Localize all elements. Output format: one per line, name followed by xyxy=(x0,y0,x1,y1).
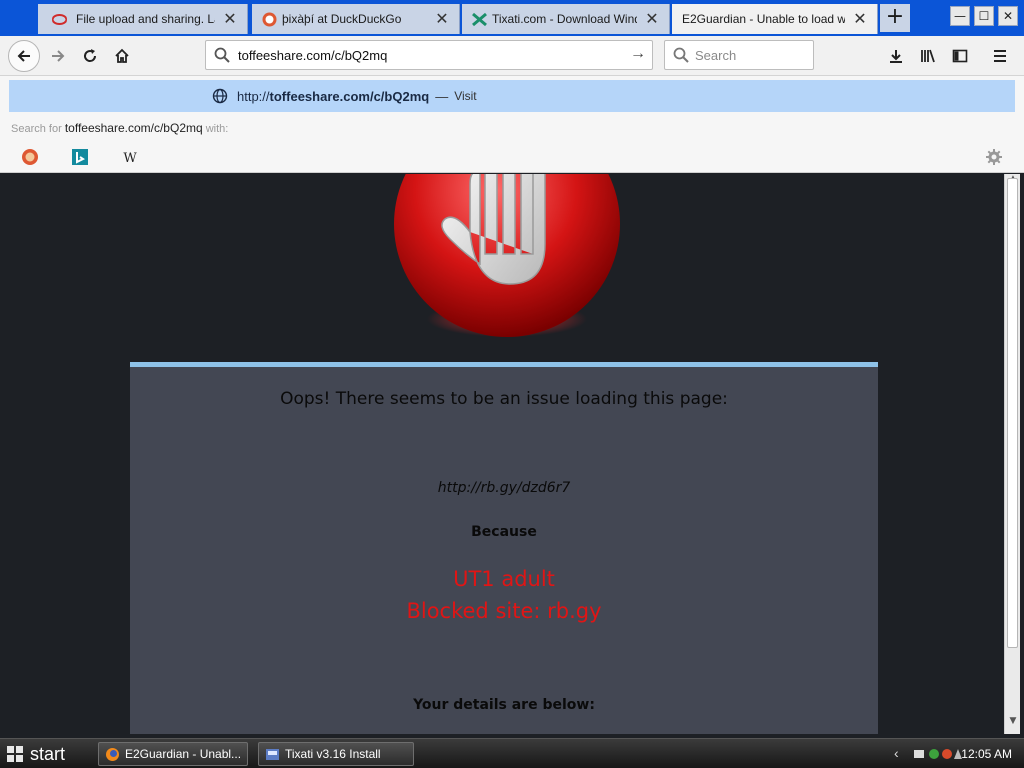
taskbar: start E2Guardian - Unabl... Tixati v3.16… xyxy=(0,738,1024,768)
task-label: E2Guardian - Unabl... xyxy=(125,747,242,761)
scroll-thumb[interactable] xyxy=(1007,178,1018,648)
minimize-button[interactable]: — xyxy=(950,6,970,26)
search-for-label: Search for toffeeshare.com/c/bQ2mq with: xyxy=(11,121,228,135)
search-for-prefix: Search for xyxy=(11,123,62,135)
forward-button[interactable] xyxy=(42,40,74,72)
tab-title: þixàþí at DuckDuckGo xyxy=(282,12,402,26)
page-content: Oops! There seems to be an issue loading… xyxy=(5,174,1004,734)
arrow-left-icon xyxy=(17,50,30,62)
url-suggestions-dropdown: http:// toffeeshare.com/c/bQ2mq — Visit … xyxy=(0,76,1024,173)
error-panel: Oops! There seems to be an issue loading… xyxy=(130,362,878,734)
download-icon xyxy=(890,50,902,63)
url-bar[interactable]: toffeeshare.com/c/bQ2mq → xyxy=(205,40,653,70)
firefox-icon xyxy=(106,748,119,761)
home-button[interactable] xyxy=(106,40,138,72)
go-arrow-icon[interactable]: → xyxy=(630,45,646,63)
blocked-url: http://rb.gy/dzd6r7 xyxy=(437,480,571,496)
search-input[interactable]: Search xyxy=(664,40,814,70)
hamburger-icon xyxy=(994,50,1006,62)
tab-title: Tixati.com - Download Windo xyxy=(492,12,637,26)
tray-icons xyxy=(914,749,962,759)
scroll-down-icon[interactable]: ▼ xyxy=(1005,716,1021,732)
search-icon xyxy=(214,47,230,63)
block-category: UT1 adult xyxy=(453,567,555,591)
search-placeholder: Search xyxy=(695,47,737,63)
tab-strip: File upload and sharing. Lar ✕ þixàþí at… xyxy=(0,0,1024,36)
windows-logo-icon xyxy=(7,746,23,762)
close-icon[interactable]: ✕ xyxy=(643,9,661,29)
because-label: Because xyxy=(471,524,537,540)
tab-title: E2Guardian - Unable to load we xyxy=(682,12,845,26)
error-headline: Oops! There seems to be an issue loading… xyxy=(280,389,728,409)
bing-icon[interactable] xyxy=(71,148,89,166)
suggestion-scheme: http:// xyxy=(237,88,270,104)
taskbar-item-tixati[interactable]: Tixati v3.16 Install xyxy=(258,742,414,766)
vertical-scrollbar[interactable]: ▲ ▼ xyxy=(1004,174,1020,734)
suggestion-action: Visit xyxy=(454,89,477,103)
reload-button[interactable] xyxy=(74,40,106,72)
menu-button[interactable] xyxy=(984,40,1016,72)
close-icon[interactable]: ✕ xyxy=(851,9,869,29)
tab-file-upload[interactable]: File upload and sharing. Lar ✕ xyxy=(38,4,248,34)
sidebar-button[interactable] xyxy=(944,40,976,72)
system-tray: ‹ 12:05 AM xyxy=(884,739,1024,768)
chevron-left-icon[interactable]: ‹ xyxy=(894,745,899,761)
stop-hand-icon xyxy=(394,174,620,337)
globe-icon xyxy=(212,88,228,104)
svg-text:W: W xyxy=(123,151,137,166)
close-window-button[interactable]: ✕ xyxy=(998,6,1018,26)
library-button[interactable] xyxy=(912,40,944,72)
duckduckgo-icon[interactable] xyxy=(21,148,39,166)
nav-toolbar: toffeeshare.com/c/bQ2mq → Search xyxy=(0,36,1024,76)
sidebar-icon xyxy=(952,49,968,63)
library-icon xyxy=(921,49,935,63)
search-icon xyxy=(673,47,689,63)
wikipedia-icon[interactable]: W xyxy=(121,148,139,166)
start-button[interactable]: start xyxy=(0,739,90,768)
tab-e2guardian[interactable]: E2Guardian - Unable to load we ✕ xyxy=(672,4,878,34)
downloads-button[interactable] xyxy=(880,40,912,72)
installer-icon xyxy=(266,749,279,760)
start-label: start xyxy=(30,743,66,764)
new-tab-button[interactable]: + xyxy=(880,4,910,32)
details-heading: Your details are below: xyxy=(413,697,595,713)
home-icon xyxy=(115,48,129,63)
maximize-button[interactable]: ☐ xyxy=(974,6,994,26)
url-input[interactable]: toffeeshare.com/c/bQ2mq xyxy=(238,48,387,63)
link-icon xyxy=(52,14,67,25)
tab-title: File upload and sharing. Lar xyxy=(76,12,215,26)
block-reason: Blocked site: rb.gy xyxy=(406,599,602,623)
gear-icon[interactable] xyxy=(985,148,1003,166)
reload-icon xyxy=(84,49,97,62)
clock: 12:05 AM xyxy=(961,747,1012,761)
close-icon[interactable]: ✕ xyxy=(433,9,451,29)
search-for-suffix: with: xyxy=(205,123,229,135)
suggestion-separator: — xyxy=(435,88,449,104)
suggestion-host: toffeeshare.com/c/bQ2mq xyxy=(269,88,430,104)
search-engine-row: W xyxy=(0,142,1024,172)
url-suggestion-row[interactable]: http:// toffeeshare.com/c/bQ2mq — Visit xyxy=(9,80,1015,112)
tixati-icon xyxy=(472,12,487,27)
duckduckgo-icon xyxy=(262,12,277,27)
back-button[interactable] xyxy=(8,40,40,72)
search-for-query: toffeeshare.com/c/bQ2mq xyxy=(64,121,203,135)
close-icon[interactable]: ✕ xyxy=(221,9,239,29)
tab-tixati[interactable]: Tixati.com - Download Windo ✕ xyxy=(462,4,670,34)
tab-duckduckgo[interactable]: þixàþí at DuckDuckGo ✕ xyxy=(252,4,460,34)
taskbar-item-e2guardian[interactable]: E2Guardian - Unabl... xyxy=(98,742,248,766)
arrow-right-icon xyxy=(52,50,65,62)
task-label: Tixati v3.16 Install xyxy=(285,747,381,761)
